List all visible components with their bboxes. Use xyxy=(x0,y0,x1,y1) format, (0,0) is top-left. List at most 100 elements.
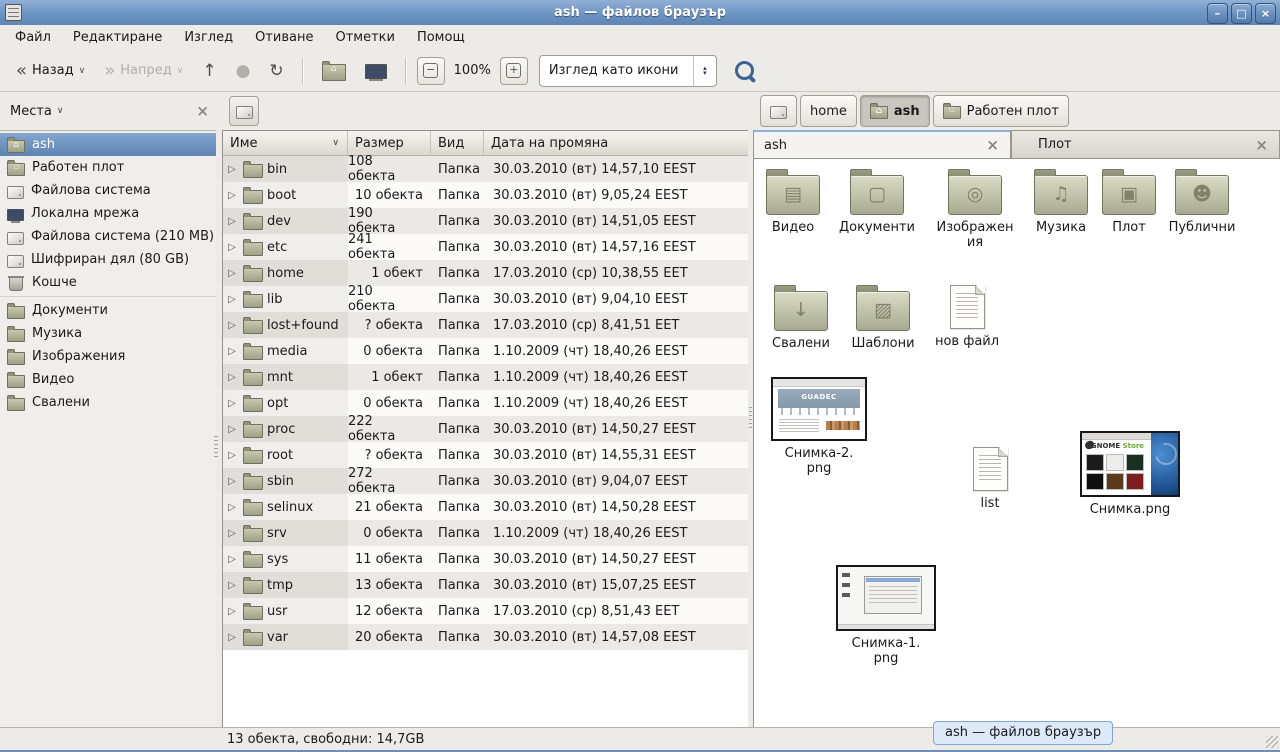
table-row-tmp[interactable]: ▷tmp13 обектаПапка30.03.2010 (вт) 15,07,… xyxy=(223,572,748,598)
sidebar-title[interactable]: Места xyxy=(10,104,52,119)
sidebar-item-documents[interactable]: Документи xyxy=(0,299,216,322)
computer-button[interactable] xyxy=(357,57,395,84)
path-button-root[interactable] xyxy=(760,95,797,127)
search-button[interactable] xyxy=(728,55,762,87)
expander-icon[interactable]: ▷ xyxy=(225,216,239,227)
table-row-home[interactable]: ▷home1 обектПапка17.03.2010 (ср) 10,38,5… xyxy=(223,260,748,286)
table-row-dev[interactable]: ▷dev190 обектаПапка30.03.2010 (вт) 14,51… xyxy=(223,208,748,234)
menu-edit[interactable]: Редактиране xyxy=(62,25,173,50)
expander-icon[interactable]: ▷ xyxy=(225,164,239,175)
icon-item-public[interactable]: ☻ Публични xyxy=(1160,167,1244,235)
table-row-selinux[interactable]: ▷selinux21 обектаПапка30.03.2010 (вт) 14… xyxy=(223,494,748,520)
table-row-usr[interactable]: ▷usr12 обектаПапка17.03.2010 (ср) 8,51,4… xyxy=(223,598,748,624)
menu-view[interactable]: Изглед xyxy=(173,25,244,50)
icon-item-snimka-1[interactable]: Снимка-1. png xyxy=(834,565,938,666)
expander-icon[interactable]: ▷ xyxy=(225,424,239,435)
icon-item-snimka-2[interactable]: Снимка-2. png xyxy=(767,377,871,476)
view-mode-select[interactable]: Изглед като икони ▴ ▾ xyxy=(539,55,717,87)
stop-button[interactable]: ● xyxy=(228,57,259,85)
close-button[interactable]: × xyxy=(1255,3,1276,24)
tab-close-icon[interactable]: × xyxy=(983,136,1002,154)
sidebar-resize-grip[interactable] xyxy=(214,436,218,458)
icon-item-video[interactable]: ▤ Видео xyxy=(753,167,835,235)
column-header-date[interactable]: Дата на промяна xyxy=(484,131,748,155)
expander-icon[interactable]: ▷ xyxy=(225,294,239,305)
resize-grip-icon[interactable] xyxy=(1266,736,1278,748)
maximize-button[interactable]: □ xyxy=(1231,3,1252,24)
table-row-srv[interactable]: ▷srv0 обектаПапка1.10.2009 (чт) 18,40,26… xyxy=(223,520,748,546)
path-button-desktop[interactable]: Работен плот xyxy=(933,95,1069,127)
tab-plot[interactable]: Плот × xyxy=(1011,130,1280,158)
icon-item-list[interactable]: list xyxy=(948,443,1032,511)
path-button-ash[interactable]: ash xyxy=(860,95,930,127)
icon-item-snimka[interactable]: GNOME Store Снимка.png xyxy=(1078,431,1182,517)
expander-icon[interactable]: ▷ xyxy=(225,190,239,201)
sidebar-item-volume-210mb[interactable]: Файлова система (210 MB) xyxy=(0,225,216,248)
expander-icon[interactable]: ▷ xyxy=(225,268,239,279)
expander-icon[interactable]: ▷ xyxy=(225,632,239,643)
table-row-var[interactable]: ▷var20 обектаПапка30.03.2010 (вт) 14,57,… xyxy=(223,624,748,650)
column-header-name[interactable]: Име ∨ xyxy=(223,131,348,155)
sidebar-item-downloads[interactable]: Свалени xyxy=(0,391,216,414)
icon-item-pictures[interactable]: ◎ Изображен ия xyxy=(933,167,1017,250)
zoom-out-button[interactable]: − xyxy=(417,57,445,85)
menu-go[interactable]: Отиване xyxy=(244,25,324,50)
table-row-opt[interactable]: ▷opt0 обектаПапка1.10.2009 (чт) 18,40,26… xyxy=(223,390,748,416)
combo-spinner-icon[interactable]: ▴ ▾ xyxy=(693,56,716,86)
table-row-lib[interactable]: ▷lib210 обектаПапка30.03.2010 (вт) 9,04,… xyxy=(223,286,748,312)
home-button[interactable] xyxy=(314,56,354,86)
root-location-button[interactable] xyxy=(229,96,259,126)
path-button-home[interactable]: home xyxy=(800,95,857,127)
sidebar-item-trash[interactable]: Кошче xyxy=(0,271,216,294)
sidebar-item-home[interactable]: ash xyxy=(0,133,216,156)
sidebar-item-music[interactable]: Музика xyxy=(0,322,216,345)
expander-icon[interactable]: ▷ xyxy=(225,554,239,565)
forward-dropdown-icon[interactable]: ∨ xyxy=(177,66,184,76)
sidebar-close-icon[interactable]: × xyxy=(196,102,209,120)
expander-icon[interactable]: ▷ xyxy=(225,580,239,591)
icon-view[interactable]: ▤ Видео ▢ Документи ◎ Изображен ия ♫ Муз… xyxy=(753,158,1280,728)
table-row-bin[interactable]: ▷bin108 обектаПапка30.03.2010 (вт) 14,57… xyxy=(223,156,748,182)
table-row-sys[interactable]: ▷sys11 обектаПапка30.03.2010 (вт) 14,50,… xyxy=(223,546,748,572)
table-row-mnt[interactable]: ▷mnt1 обектПапка1.10.2009 (чт) 18,40,26 … xyxy=(223,364,748,390)
expander-icon[interactable]: ▷ xyxy=(225,346,239,357)
expander-icon[interactable]: ▷ xyxy=(225,450,239,461)
expander-icon[interactable]: ▷ xyxy=(225,528,239,539)
icon-item-templates[interactable]: ▨ Шаблони xyxy=(841,283,925,351)
column-header-type[interactable]: Вид xyxy=(431,131,484,155)
table-row-media[interactable]: ▷media0 обектаПапка1.10.2009 (чт) 18,40,… xyxy=(223,338,748,364)
sidebar-item-video[interactable]: Видео xyxy=(0,368,216,391)
column-header-size[interactable]: Размер xyxy=(348,131,431,155)
table-row-proc[interactable]: ▷proc222 обектаПапка30.03.2010 (вт) 14,5… xyxy=(223,416,748,442)
zoom-in-button[interactable]: + xyxy=(500,57,528,85)
expander-icon[interactable]: ▷ xyxy=(225,242,239,253)
tab-ash[interactable]: ash × xyxy=(753,130,1011,158)
expander-icon[interactable]: ▷ xyxy=(225,606,239,617)
forward-button[interactable]: » Напред ∨ xyxy=(96,57,191,85)
table-row-etc[interactable]: ▷etc241 обектаПапка30.03.2010 (вт) 14,57… xyxy=(223,234,748,260)
expander-icon[interactable]: ▷ xyxy=(225,398,239,409)
minimize-button[interactable]: – xyxy=(1207,3,1228,24)
icon-item-documents[interactable]: ▢ Документи xyxy=(835,167,919,235)
titlebar[interactable]: ash — файлов браузър – □ × xyxy=(0,0,1280,26)
up-button[interactable]: ↑ xyxy=(194,57,224,85)
expander-icon[interactable]: ▷ xyxy=(225,320,239,331)
menu-bookmarks[interactable]: Отметки xyxy=(324,25,405,50)
table-row-lost-found[interactable]: ▷lost+found? обектаПапка17.03.2010 (ср) … xyxy=(223,312,748,338)
back-dropdown-icon[interactable]: ∨ xyxy=(79,66,86,76)
expander-icon[interactable]: ▷ xyxy=(225,372,239,383)
sidebar-item-filesystem[interactable]: Файлова система xyxy=(0,179,216,202)
sidebar-item-network[interactable]: Локална мрежа xyxy=(0,202,216,225)
sidebar-item-desktop[interactable]: Работен плот xyxy=(0,156,216,179)
table-row-root[interactable]: ▷root? обектаПапка30.03.2010 (вт) 14,55,… xyxy=(223,442,748,468)
sidebar-item-pictures[interactable]: Изображения xyxy=(0,345,216,368)
reload-button[interactable]: ↻ xyxy=(261,57,291,85)
back-button[interactable]: « Назад ∨ xyxy=(8,57,93,85)
expander-icon[interactable]: ▷ xyxy=(225,476,239,487)
icon-item-downloads[interactable]: ↓ Свалени xyxy=(759,283,843,351)
sidebar-item-encrypted-80gb[interactable]: Шифриран дял (80 GB) xyxy=(0,248,216,271)
icon-item-new-file[interactable]: нов файл xyxy=(925,281,1009,349)
menu-file[interactable]: Файл xyxy=(4,25,62,50)
sidebar-dropdown-icon[interactable]: ∨ xyxy=(57,106,64,116)
table-row-sbin[interactable]: ▷sbin272 обектаПапка30.03.2010 (вт) 9,04… xyxy=(223,468,748,494)
